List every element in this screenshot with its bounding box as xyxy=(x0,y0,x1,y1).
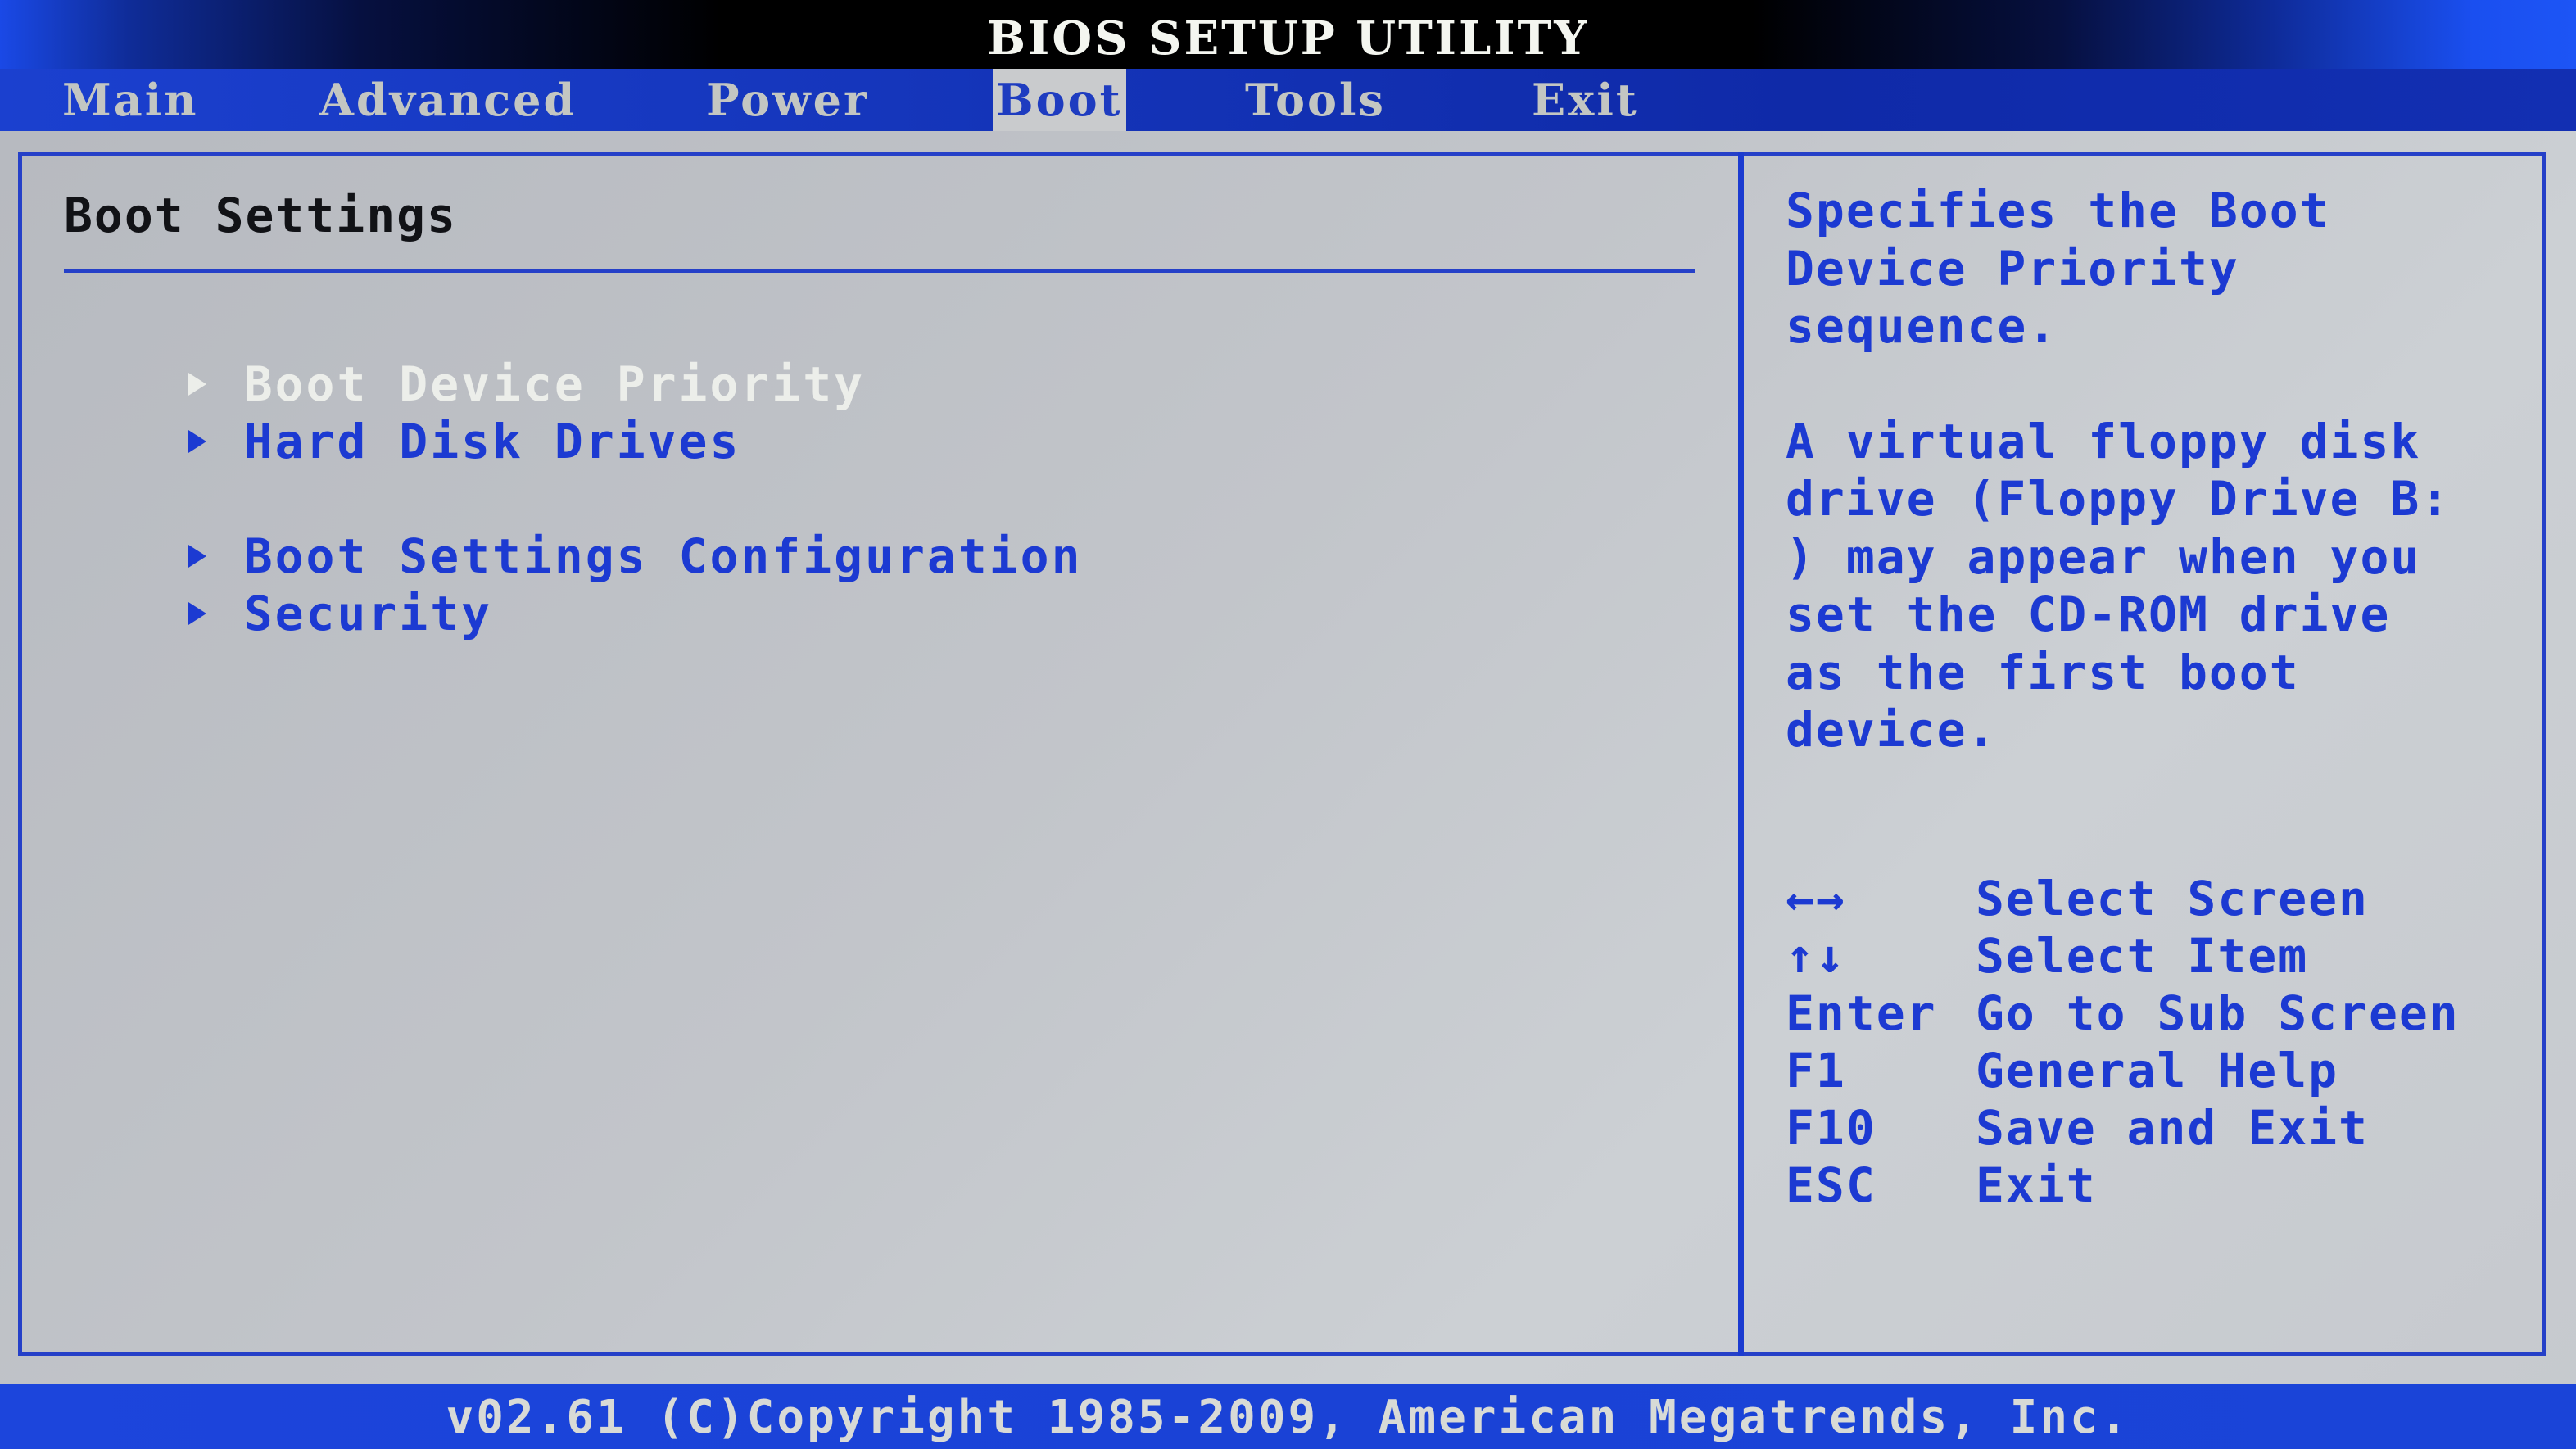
footer-bar: v02.61 (C)Copyright 1985-2009, American … xyxy=(0,1384,2576,1449)
submenu-arrow-icon xyxy=(188,429,206,453)
bios-screen: BIOS SETUP UTILITY Main Advanced Power B… xyxy=(0,0,2576,1449)
help-line: A virtual floppy disk xyxy=(1786,413,2421,469)
section-title: Boot Settings xyxy=(64,188,457,243)
help-line: Specifies the Boot xyxy=(1786,183,2330,238)
key-row-select-screen: ←→ Select Screen xyxy=(1786,870,2460,927)
menu-item-security[interactable]: Security xyxy=(64,532,492,641)
help-spacer xyxy=(1786,355,2523,413)
help-line: ) may appear when you xyxy=(1786,528,2421,585)
panel-divider xyxy=(1738,152,1744,1356)
tab-power[interactable]: Power xyxy=(703,69,872,131)
tab-main[interactable]: Main xyxy=(59,69,202,131)
key-row-f10: F10 Save and Exit xyxy=(1786,1099,2460,1157)
help-line: Device Priority xyxy=(1786,240,2239,297)
up-down-arrows-icon: ↑↓ xyxy=(1786,928,1846,984)
key-name: F1 xyxy=(1786,1043,1846,1098)
key-row-select-item: ↑↓ Select Item xyxy=(1786,927,2460,985)
menu-item-label: Hard Disk Drives xyxy=(243,414,741,469)
menu-item-boot-settings-configuration[interactable]: Boot Settings Configuration xyxy=(64,475,1083,583)
menu-item-boot-device-priority[interactable]: Boot Device Priority xyxy=(64,303,865,411)
key-name: F10 xyxy=(1786,1100,1877,1156)
key-name: ESC xyxy=(1786,1157,1877,1213)
tab-bar: Main Advanced Power Boot Tools Exit xyxy=(0,69,2576,131)
menu-item-label: Security xyxy=(243,586,493,641)
key-action: General Help xyxy=(1976,1043,2339,1098)
help-line: set the CD-ROM drive xyxy=(1786,586,2391,642)
key-action: Exit xyxy=(1976,1157,2097,1213)
app-title: BIOS SETUP UTILITY xyxy=(986,11,1590,66)
key-action: Save and Exit xyxy=(1976,1100,2369,1156)
tab-exit[interactable]: Exit xyxy=(1528,69,1642,131)
key-name: Enter xyxy=(1786,985,1937,1041)
key-row-enter: Enter Go to Sub Screen xyxy=(1786,985,2460,1042)
key-row-esc: ESC Exit xyxy=(1786,1157,2460,1214)
key-action: Select Item xyxy=(1976,928,2309,984)
key-action: Go to Sub Screen xyxy=(1976,985,2460,1041)
key-legend: ←→ Select Screen ↑↓ Select Item Enter Go… xyxy=(1786,870,2460,1214)
key-row-f1: F1 General Help xyxy=(1786,1042,2460,1099)
copyright-text: v02.61 (C)Copyright 1985-2009, American … xyxy=(446,1391,2130,1444)
help-line: sequence. xyxy=(1786,298,2058,354)
tab-tools[interactable]: Tools xyxy=(1242,69,1389,131)
submenu-arrow-icon xyxy=(188,601,206,625)
tab-advanced[interactable]: Advanced xyxy=(316,69,580,131)
key-action: Select Screen xyxy=(1976,871,2369,926)
help-line: as the first boot xyxy=(1786,644,2300,700)
menu-item-hard-disk-drives[interactable]: Hard Disk Drives xyxy=(64,360,740,469)
help-line: device. xyxy=(1786,702,1998,758)
left-right-arrows-icon: ←→ xyxy=(1786,871,1846,926)
section-rule xyxy=(64,269,1695,273)
help-panel: Specifies the Boot Device Priority seque… xyxy=(1786,182,2523,759)
help-line: drive (Floppy Drive B: xyxy=(1786,471,2452,527)
title-bar: BIOS SETUP UTILITY xyxy=(0,0,2576,69)
tab-boot[interactable]: Boot xyxy=(993,69,1126,131)
